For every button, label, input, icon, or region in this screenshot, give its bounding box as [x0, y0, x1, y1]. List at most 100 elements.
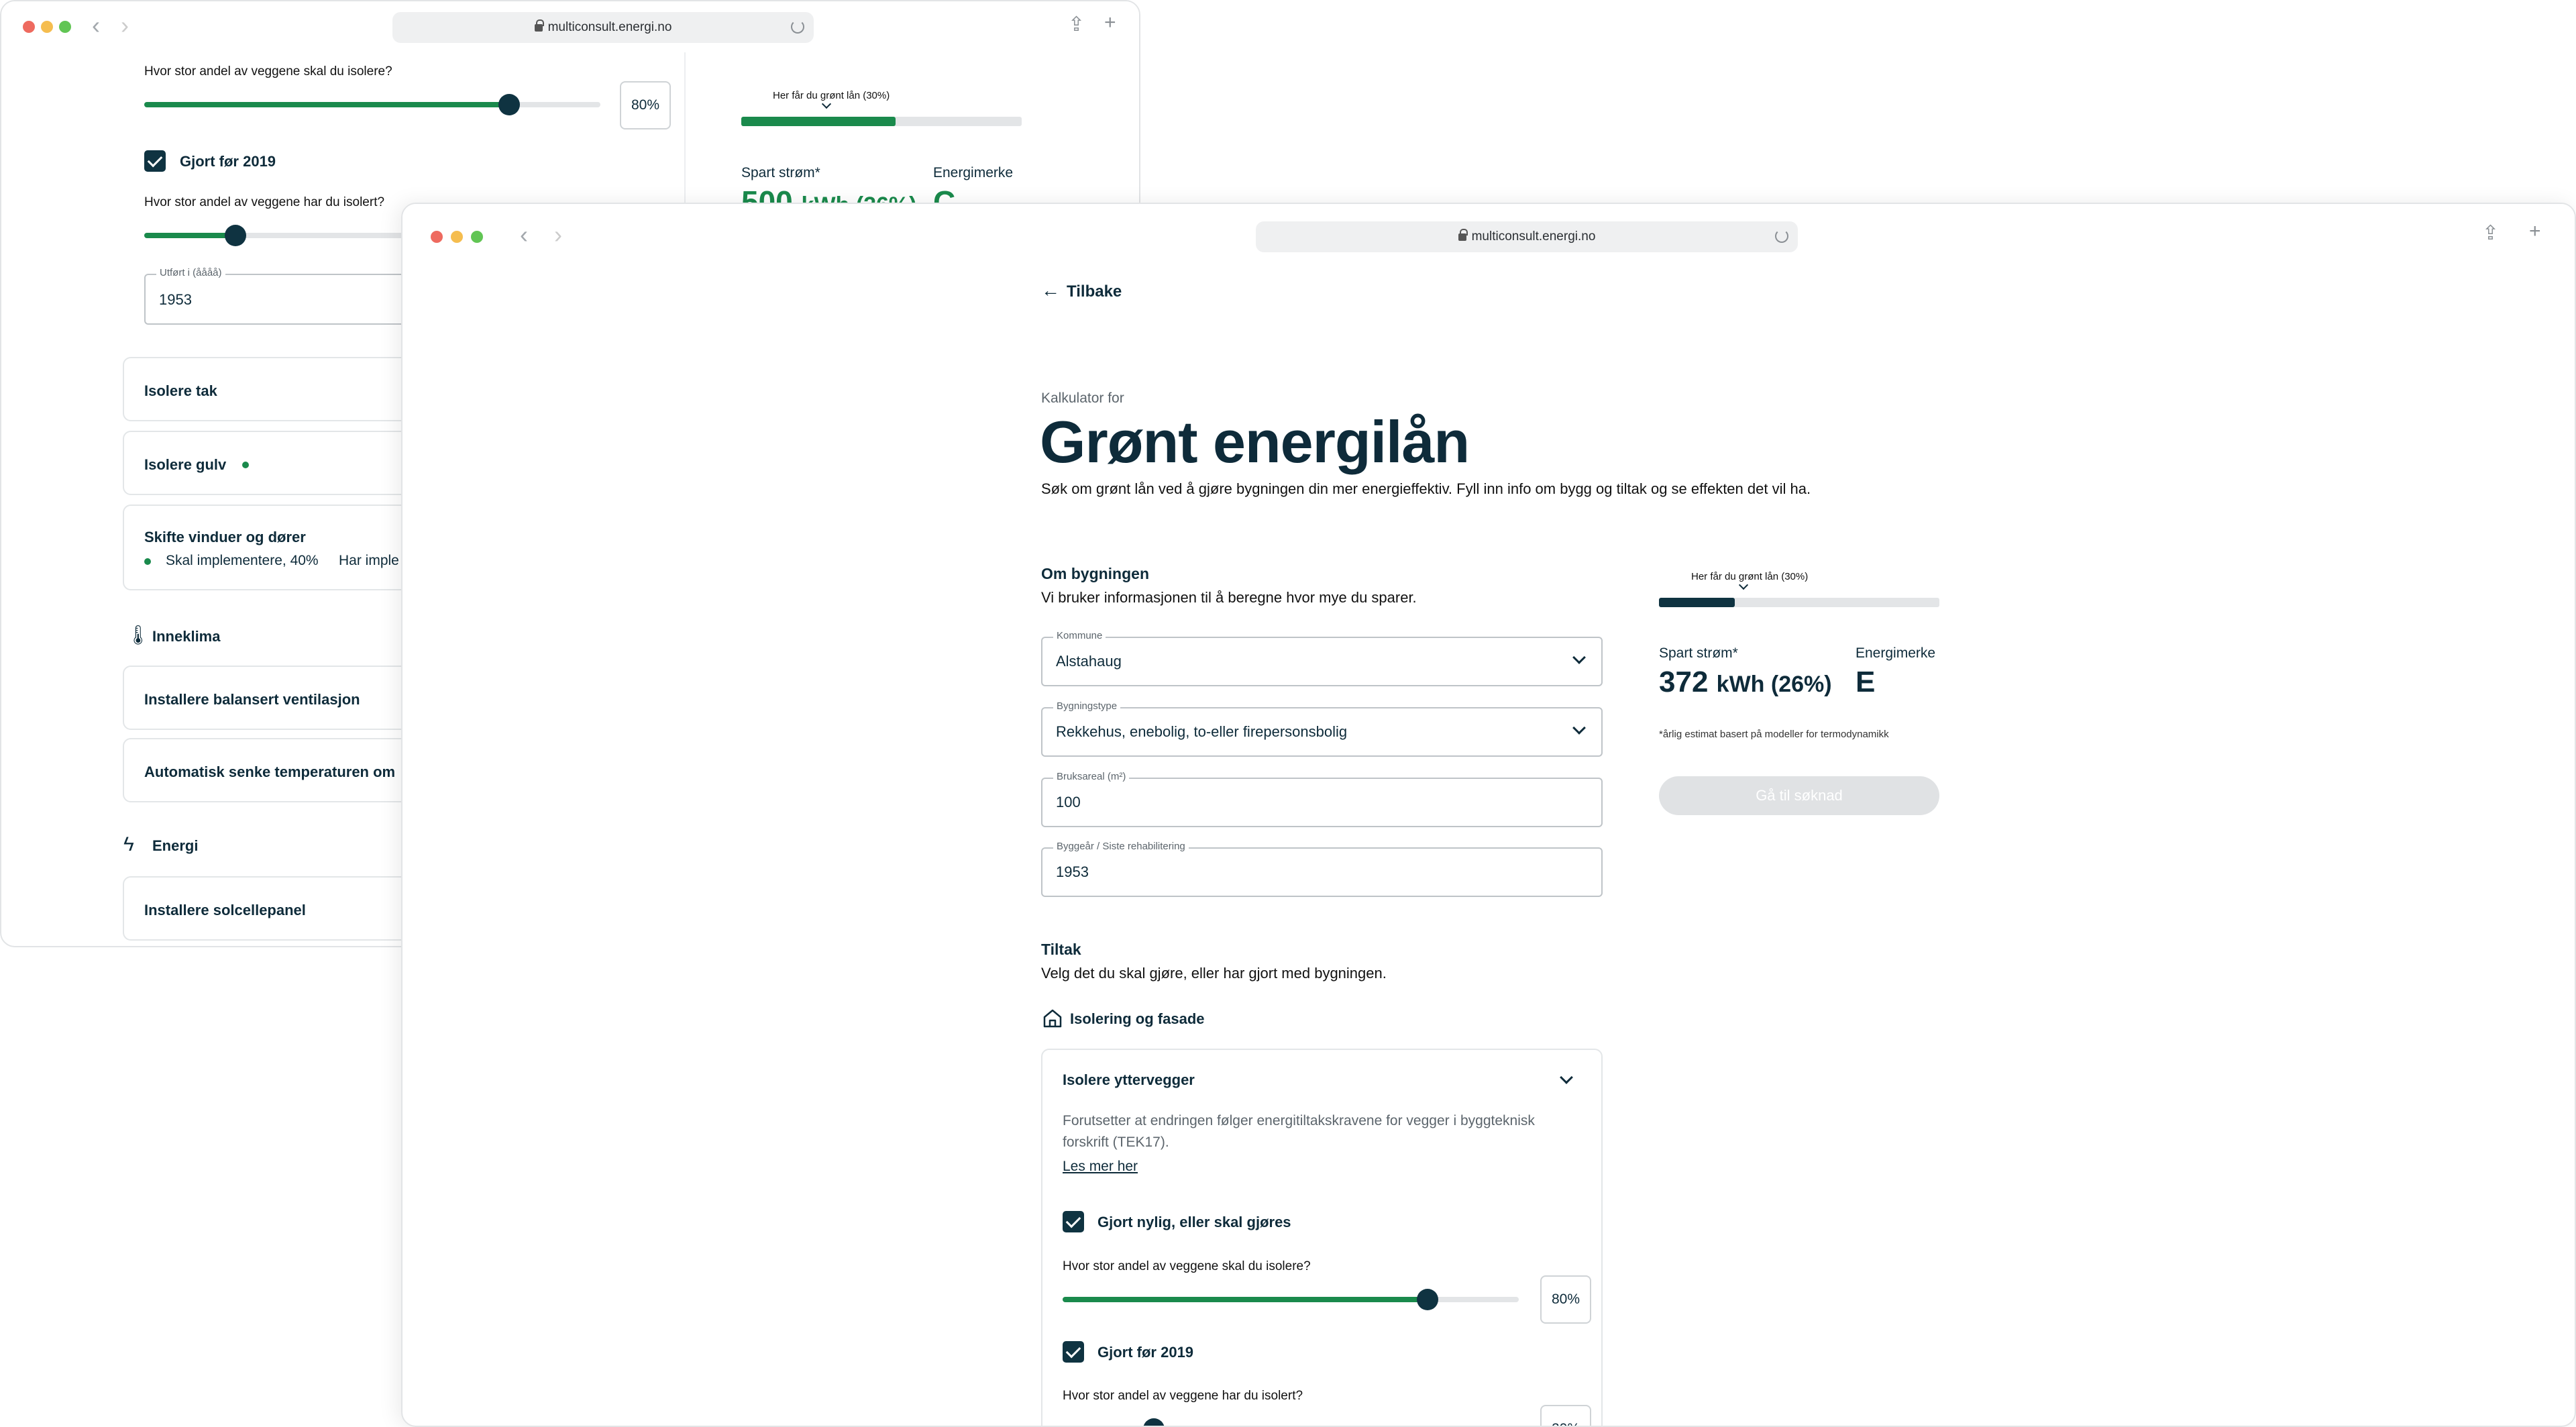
- progress-fill: [741, 117, 896, 126]
- slider-question: Hvor stor andel av veggene skal du isole…: [144, 64, 392, 78]
- field-value: 1953: [1056, 863, 1089, 880]
- new-tab-icon[interactable]: +: [1104, 11, 1116, 34]
- isolate-share-slider[interactable]: [144, 94, 600, 115]
- category-title: Isolering og fasade: [1070, 1010, 1205, 1027]
- forward-nav-icon[interactable]: ›: [121, 13, 129, 38]
- slider-fill: [144, 102, 509, 107]
- card-title: Skifte vinduer og dører: [144, 529, 306, 545]
- checkbox-label: Gjort før 2019: [1097, 1344, 1194, 1361]
- field-value: 1953: [159, 291, 192, 308]
- card-title: Installere solcellepanel: [144, 902, 306, 918]
- field-label: Utført i (åååå): [156, 267, 225, 278]
- page-intro: Søk om grønt lån ved å gjøre bygningen d…: [1041, 480, 1811, 497]
- card-title: Automatisk senke temperaturen om: [144, 763, 396, 780]
- slider-value-box[interactable]: 80%: [620, 81, 671, 129]
- back-nav-icon[interactable]: ‹: [520, 223, 528, 247]
- browser-window-front: ‹ › multiconsult.energi.no ⇪ + ← Tilbake …: [401, 203, 2576, 1427]
- card-description: forskrift (TEK17).: [1063, 1134, 1169, 1150]
- slider-value-box[interactable]: 80%: [1540, 1275, 1591, 1324]
- card-title: Isolere tak: [144, 382, 217, 399]
- progress-label: Her får du grønt lån (30%): [773, 90, 890, 101]
- card-title: Installere balansert ventilasjon: [144, 691, 360, 708]
- slider-question: Hvor stor andel av veggene har du isoler…: [144, 195, 385, 209]
- apply-button[interactable]: Gå til søknad: [1659, 776, 1939, 815]
- page-kicker: Kalkulator for: [1041, 390, 1124, 406]
- section-title: Energi: [152, 837, 199, 854]
- slider-value-box[interactable]: 20%: [1540, 1405, 1591, 1426]
- back-link[interactable]: ← Tilbake: [1041, 280, 1122, 301]
- chevron-up-icon[interactable]: [1560, 1071, 1573, 1084]
- read-more-link[interactable]: Les mer her: [1063, 1159, 1138, 1175]
- new-tab-icon[interactable]: +: [2529, 220, 2541, 243]
- slider-question: Hvor stor andel av veggene skal du isole…: [1063, 1259, 1311, 1273]
- status-dot: [242, 462, 249, 468]
- checkbox-done-before-2019[interactable]: [1063, 1341, 1084, 1363]
- maximize-window-button[interactable]: [59, 21, 71, 33]
- section-subtext: Velg det du skal gjøre, eller har gjort …: [1041, 965, 1387, 982]
- arrow-left-icon: ←: [1041, 280, 1060, 301]
- lightning-icon: ϟ: [123, 833, 134, 855]
- close-window-button[interactable]: [23, 21, 35, 33]
- field-label: Bygningstype: [1053, 700, 1121, 712]
- slider-thumb[interactable]: [498, 94, 520, 115]
- section-title: Inneklima: [152, 628, 221, 645]
- chevron-down-icon: [1572, 721, 1586, 735]
- browser-toolbar: ‹ › multiconsult.energi.no ⇪ +: [1, 1, 1139, 52]
- saved-label: Spart strøm*: [741, 165, 820, 180]
- energy-value: E: [1856, 666, 1876, 698]
- municipality-select[interactable]: Kommune Alstahaug: [1041, 630, 1603, 686]
- checkbox-done-recently[interactable]: [1063, 1211, 1084, 1232]
- browser-toolbar: ‹ › multiconsult.energi.no ⇪ +: [402, 204, 2575, 255]
- back-link-label: Tilbake: [1067, 282, 1122, 301]
- progress-label: Her får du grønt lån (30%): [1691, 571, 1809, 582]
- energy-label: Energimerke: [1856, 645, 1936, 661]
- share-icon[interactable]: ⇪: [1068, 13, 1085, 36]
- card-title[interactable]: Isolere yttervegger: [1063, 1071, 1195, 1089]
- status-dot: [144, 558, 151, 565]
- chevron-down-icon: [1572, 651, 1586, 664]
- page-title: Grønt energilån: [1040, 409, 1470, 475]
- status-text: Har imple: [339, 553, 399, 568]
- checkbox-done-before-2019[interactable]: [144, 150, 166, 172]
- section-subtext: Vi bruker informasjonen til å beregne hv…: [1041, 589, 1417, 606]
- field-value: 100: [1056, 794, 1081, 810]
- year-field[interactable]: Utført i (åååå) 1953: [144, 267, 426, 325]
- address-bar[interactable]: multiconsult.energi.no: [1256, 221, 1798, 252]
- loan-progress-bar: [741, 117, 1022, 126]
- status-text: Skal implementere, 40%: [166, 553, 319, 568]
- building-type-select[interactable]: Bygningstype Rekkehus, enebolig, to-elle…: [1041, 700, 1603, 757]
- card-title: Isolere gulv: [144, 456, 227, 473]
- address-text: multiconsult.energi.no: [1471, 229, 1596, 244]
- field-label: Kommune: [1053, 630, 1106, 641]
- address-bar[interactable]: multiconsult.energi.no: [392, 12, 814, 43]
- minimize-window-button[interactable]: [41, 21, 53, 33]
- section-heading-measures: Tiltak: [1041, 941, 1081, 958]
- section-heading-building: Om bygningen: [1041, 565, 1149, 582]
- card-isolate-outer-walls: Isolere yttervegger Forutsetter at endri…: [1041, 1049, 1603, 1426]
- checkbox-label: Gjort før 2019: [180, 153, 276, 170]
- address-text: multiconsult.energi.no: [547, 20, 672, 34]
- slider-thumb[interactable]: [1417, 1289, 1438, 1310]
- forward-nav-icon[interactable]: ›: [554, 223, 562, 247]
- slider-fill: [144, 233, 235, 238]
- reload-icon[interactable]: [1775, 229, 1788, 243]
- reload-icon[interactable]: [791, 20, 804, 34]
- close-window-button[interactable]: [431, 231, 443, 243]
- field-value: Alstahaug: [1056, 653, 1122, 670]
- slider-fill: [1063, 1297, 1428, 1302]
- area-input[interactable]: Bruksareal (m²) 100: [1041, 771, 1603, 827]
- isolate-share-slider[interactable]: [1063, 1289, 1519, 1310]
- thermometer-icon: 🌡: [126, 625, 150, 645]
- loan-progress-bar: [1659, 598, 1939, 607]
- back-nav-icon[interactable]: ‹: [92, 13, 100, 38]
- slider-thumb[interactable]: [1143, 1418, 1165, 1426]
- saved-label: Spart strøm*: [1659, 645, 1738, 661]
- checkbox-label: Gjort nylig, eller skal gjøres: [1097, 1214, 1291, 1230]
- build-year-input[interactable]: Byggeår / Siste rehabilitering 1953: [1041, 841, 1603, 897]
- share-icon[interactable]: ⇪: [2482, 221, 2499, 245]
- lock-icon: [534, 19, 544, 32]
- slider-thumb[interactable]: [225, 225, 246, 246]
- slider-question: Hvor stor andel av veggene har du isoler…: [1063, 1389, 1303, 1403]
- maximize-window-button[interactable]: [471, 231, 483, 243]
- minimize-window-button[interactable]: [451, 231, 463, 243]
